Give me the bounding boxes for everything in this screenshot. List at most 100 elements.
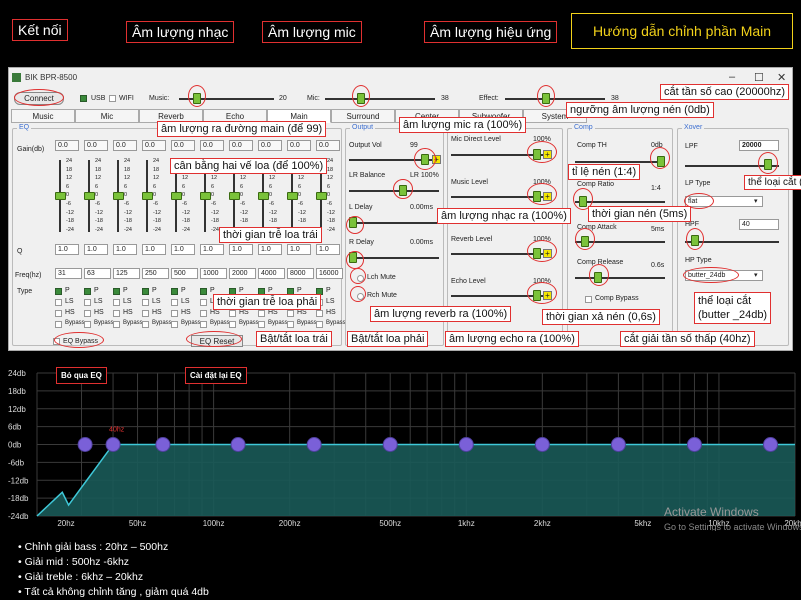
q-field[interactable]: 1.0 bbox=[55, 244, 79, 255]
lpf-value-field[interactable]: 20000 bbox=[739, 140, 779, 151]
type-ls-checkbox[interactable] bbox=[200, 299, 207, 306]
freq-field[interactable]: 2000 bbox=[229, 268, 256, 279]
callout-echo-out: âm lượng echo ra (100%) bbox=[445, 331, 579, 347]
eq-band-knob[interactable] bbox=[142, 192, 153, 200]
eq-band-knob[interactable] bbox=[113, 192, 124, 200]
type-ls-checkbox[interactable] bbox=[171, 299, 178, 306]
freq-field[interactable]: 500 bbox=[171, 268, 198, 279]
type-hs-checkbox[interactable] bbox=[142, 310, 149, 317]
eq-band-knob[interactable] bbox=[200, 192, 211, 200]
close-icon[interactable]: ✕ bbox=[777, 71, 786, 84]
freq-field[interactable]: 125 bbox=[113, 268, 140, 279]
q-field[interactable]: 1.0 bbox=[229, 244, 253, 255]
eq-band-knob[interactable] bbox=[55, 192, 66, 200]
freq-field[interactable]: 8000 bbox=[287, 268, 314, 279]
freq-field[interactable]: 4000 bbox=[258, 268, 285, 279]
q-field[interactable]: 1.0 bbox=[142, 244, 166, 255]
callout-main-out: âm lượng ra đường main (để 99) bbox=[157, 121, 327, 137]
type-bypass-checkbox[interactable] bbox=[84, 321, 91, 328]
xover-group-title: Xover bbox=[682, 124, 705, 131]
type-peak-checkbox[interactable] bbox=[171, 288, 178, 295]
type-peak-checkbox[interactable] bbox=[113, 288, 120, 295]
eq-band-knob[interactable] bbox=[287, 192, 298, 200]
lr-balance-label: LR Balance bbox=[349, 172, 386, 179]
q-field[interactable]: 1.0 bbox=[113, 244, 137, 255]
mic-volume-label: Mic: bbox=[307, 95, 320, 102]
wifi-checkbox[interactable] bbox=[109, 95, 116, 102]
type-hs-checkbox[interactable] bbox=[113, 310, 120, 317]
freq-field[interactable]: 31 bbox=[55, 268, 82, 279]
type-hs-checkbox[interactable] bbox=[287, 310, 294, 317]
q-field[interactable]: 1.0 bbox=[316, 244, 340, 255]
type-bypass-checkbox[interactable] bbox=[229, 321, 236, 328]
tab-mic[interactable]: Mic bbox=[75, 109, 139, 123]
type-peak-checkbox[interactable] bbox=[142, 288, 149, 295]
x-tick-label: 2khz bbox=[534, 519, 551, 528]
eq-band-knob[interactable] bbox=[258, 192, 269, 200]
type-hs-checkbox[interactable] bbox=[258, 310, 265, 317]
freq-field[interactable]: 1000 bbox=[200, 268, 227, 279]
gain-field[interactable]: 0.0 bbox=[200, 140, 224, 151]
mic-volume-slider[interactable] bbox=[325, 98, 435, 100]
eq-band-knob[interactable] bbox=[84, 192, 95, 200]
type-hs-checkbox[interactable] bbox=[200, 310, 207, 317]
freq-field[interactable]: 16000 bbox=[316, 268, 343, 279]
gain-field[interactable]: 0.0 bbox=[229, 140, 253, 151]
type-bypass-checkbox[interactable] bbox=[171, 321, 178, 328]
type-hs-checkbox[interactable] bbox=[316, 310, 323, 317]
usb-checkbox[interactable] bbox=[80, 95, 87, 102]
type-bypass-checkbox[interactable] bbox=[287, 321, 294, 328]
eq-band-knob[interactable] bbox=[171, 192, 182, 200]
hpf-value-field[interactable]: 40 bbox=[739, 219, 779, 230]
q-field[interactable]: 1.0 bbox=[287, 244, 311, 255]
type-hs-checkbox[interactable] bbox=[229, 310, 236, 317]
type-peak-checkbox[interactable] bbox=[200, 288, 207, 295]
q-field[interactable]: 1.0 bbox=[84, 244, 108, 255]
q-field[interactable]: 1.0 bbox=[258, 244, 282, 255]
callout-reverb-out: âm lượng reverb ra (100%) bbox=[370, 306, 512, 322]
type-bypass-checkbox[interactable] bbox=[113, 321, 120, 328]
chevron-down-icon[interactable]: ▾ bbox=[754, 271, 758, 279]
frequency-response-chart: 24db 18db 12db 6db 0db -6db -12db -18db -24db 20h… bbox=[0, 351, 801, 532]
gain-field[interactable]: 0.0 bbox=[55, 140, 79, 151]
q-field[interactable]: 1.0 bbox=[200, 244, 224, 255]
eq-band-point bbox=[230, 437, 246, 452]
eq-band-knob[interactable] bbox=[229, 192, 240, 200]
callout-hp-type: thể loại cắt (butter _24db) bbox=[694, 292, 772, 324]
type-bypass-checkbox[interactable] bbox=[142, 321, 149, 328]
type-bypass-checkbox[interactable] bbox=[55, 321, 62, 328]
eq-band-knob[interactable] bbox=[316, 192, 327, 200]
gain-field[interactable]: 0.0 bbox=[287, 140, 311, 151]
type-hs-checkbox[interactable] bbox=[55, 310, 62, 317]
eq-scale-tick: 12 bbox=[95, 175, 102, 182]
gain-field[interactable]: 0.0 bbox=[113, 140, 137, 151]
type-ls-checkbox[interactable] bbox=[113, 299, 120, 306]
gain-field[interactable]: 0.0 bbox=[316, 140, 340, 151]
q-field[interactable]: 1.0 bbox=[171, 244, 195, 255]
type-hs-checkbox[interactable] bbox=[171, 310, 178, 317]
type-ls-checkbox[interactable] bbox=[55, 299, 62, 306]
freq-field[interactable]: 250 bbox=[142, 268, 169, 279]
output-vol-value: 99 bbox=[410, 142, 418, 149]
tab-surround[interactable]: Surround bbox=[331, 109, 395, 123]
type-bypass-checkbox[interactable] bbox=[258, 321, 265, 328]
comp-bypass-checkbox[interactable] bbox=[585, 296, 592, 303]
type-peak-checkbox[interactable] bbox=[55, 288, 62, 295]
tab-music[interactable]: Music bbox=[11, 109, 75, 123]
maximize-icon[interactable]: ☐ bbox=[754, 71, 764, 84]
gain-field[interactable]: 0.0 bbox=[171, 140, 195, 151]
type-bypass-checkbox[interactable] bbox=[200, 321, 207, 328]
type-ls-checkbox[interactable] bbox=[84, 299, 91, 306]
gain-field[interactable]: 0.0 bbox=[84, 140, 108, 151]
gain-field[interactable]: 0.0 bbox=[258, 140, 282, 151]
freq-field[interactable]: 63 bbox=[84, 268, 111, 279]
callout-threshold: ngưỡng âm lượng nén (0db) bbox=[566, 102, 714, 118]
type-peak-checkbox[interactable] bbox=[84, 288, 91, 295]
type-ls-checkbox[interactable] bbox=[142, 299, 149, 306]
gain-field[interactable]: 0.0 bbox=[142, 140, 166, 151]
type-hs-checkbox[interactable] bbox=[84, 310, 91, 317]
chevron-down-icon[interactable]: ▾ bbox=[754, 197, 758, 205]
minimize-icon[interactable]: – bbox=[729, 71, 735, 83]
effect-volume-slider[interactable] bbox=[505, 98, 605, 100]
type-bypass-checkbox[interactable] bbox=[316, 321, 323, 328]
